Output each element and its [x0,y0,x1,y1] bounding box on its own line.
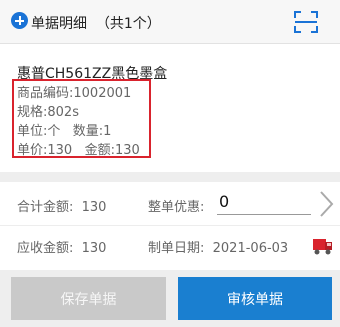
item-unit-qty: 单位:个 数量:1 [17,124,112,139]
chevron-right-icon[interactable] [318,190,334,218]
scan-icon[interactable] [294,11,318,33]
create-date: 制单日期: 2021-06-03 [148,241,289,256]
add-circle-icon[interactable] [11,12,28,29]
item-spec: 规格:802s [17,105,79,120]
receivable-amount: 应收金额: 130 [17,241,107,256]
page-title: 单据明细 （共1个） [31,16,161,32]
truck-icon[interactable] [312,236,334,256]
discount-label: 整单优惠: [148,200,205,215]
discount-input[interactable] [217,188,311,215]
header-bar: 单据明细 （共1个） [0,0,340,44]
item-code: 商品编码:1002001 [17,86,132,101]
audit-button[interactable]: 审核单据 [178,277,332,320]
item-price-amount: 单价:130 金额:130 [17,143,140,158]
total-amount: 合计金额: 130 [17,200,107,215]
summary-panel: 合计金额: 130 整单优惠: 应收金额: 130 制单日期: 2021-06-… [0,182,340,270]
item-card[interactable]: 惠普CH561ZZ黑色墨盒 商品编码:1002001 规格:802s 单位:个 … [0,44,340,172]
divider [0,225,340,226]
save-button[interactable]: 保存单据 [11,277,166,320]
